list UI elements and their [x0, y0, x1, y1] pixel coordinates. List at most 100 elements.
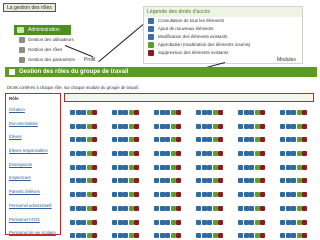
- permission-toggle-icon[interactable]: [112, 178, 117, 184]
- permission-toggle-icon[interactable]: [302, 205, 307, 211]
- permission-toggle-icon[interactable]: [159, 110, 165, 115]
- permission-toggle-icon[interactable]: [201, 233, 207, 239]
- menu-item-settings[interactable]: Gestion des paramètres: [14, 55, 75, 65]
- permission-toggle-icon[interactable]: [254, 233, 260, 239]
- permission-toggle-icon[interactable]: [154, 233, 159, 239]
- permission-toggle-icon[interactable]: [212, 110, 218, 115]
- permission-toggle-icon[interactable]: [280, 164, 285, 170]
- permission-toggle-icon[interactable]: [302, 137, 307, 143]
- permission-toggle-icon[interactable]: [285, 137, 291, 143]
- permission-toggle-icon[interactable]: [296, 137, 302, 143]
- permission-toggle-icon[interactable]: [207, 192, 212, 198]
- permission-toggle-icon[interactable]: [285, 219, 291, 225]
- permission-toggle-icon[interactable]: [238, 137, 243, 143]
- permission-toggle-icon[interactable]: [196, 219, 201, 225]
- permission-toggle-icon[interactable]: [218, 205, 223, 211]
- permission-toggle-icon[interactable]: [159, 123, 165, 129]
- permission-toggle-icon[interactable]: [249, 123, 254, 129]
- permission-toggle-icon[interactable]: [218, 178, 223, 184]
- permission-toggle-icon[interactable]: [81, 110, 86, 115]
- permission-toggle-icon[interactable]: [134, 151, 139, 157]
- permission-toggle-icon[interactable]: [128, 137, 134, 143]
- permission-toggle-icon[interactable]: [81, 233, 86, 239]
- permission-toggle-icon[interactable]: [212, 151, 218, 157]
- permission-toggle-icon[interactable]: [218, 137, 223, 143]
- permission-toggle-icon[interactable]: [260, 151, 265, 157]
- permission-toggle-icon[interactable]: [260, 233, 265, 239]
- permission-toggle-icon[interactable]: [296, 151, 302, 157]
- permission-toggle-icon[interactable]: [165, 137, 170, 143]
- permission-toggle-icon[interactable]: [201, 137, 207, 143]
- permission-toggle-icon[interactable]: [254, 192, 260, 198]
- permission-toggle-icon[interactable]: [176, 192, 181, 198]
- permission-toggle-icon[interactable]: [70, 123, 75, 129]
- permission-toggle-icon[interactable]: [75, 137, 81, 143]
- permission-toggle-icon[interactable]: [249, 110, 254, 115]
- permission-toggle-icon[interactable]: [238, 164, 243, 170]
- permission-toggle-icon[interactable]: [86, 137, 92, 143]
- permission-toggle-icon[interactable]: [75, 233, 81, 239]
- permission-toggle-icon[interactable]: [165, 164, 170, 170]
- permission-toggle-icon[interactable]: [112, 192, 117, 198]
- permission-toggle-icon[interactable]: [70, 192, 75, 198]
- permission-toggle-icon[interactable]: [302, 151, 307, 157]
- permission-toggle-icon[interactable]: [196, 123, 201, 129]
- permission-toggle-icon[interactable]: [75, 178, 81, 184]
- permission-toggle-icon[interactable]: [159, 151, 165, 157]
- permission-toggle-icon[interactable]: [238, 233, 243, 239]
- permission-toggle-icon[interactable]: [75, 164, 81, 170]
- permission-toggle-icon[interactable]: [154, 205, 159, 211]
- role-link[interactable]: Personnel ATOS: [6, 213, 60, 227]
- permission-toggle-icon[interactable]: [134, 219, 139, 225]
- role-link[interactable]: Création: [6, 103, 60, 117]
- permission-toggle-icon[interactable]: [154, 137, 159, 143]
- permission-toggle-icon[interactable]: [249, 192, 254, 198]
- permission-toggle-icon[interactable]: [207, 151, 212, 157]
- permission-toggle-icon[interactable]: [159, 164, 165, 170]
- permission-toggle-icon[interactable]: [75, 123, 81, 129]
- permission-toggle-icon[interactable]: [285, 233, 291, 239]
- permission-toggle-icon[interactable]: [249, 178, 254, 184]
- permission-toggle-icon[interactable]: [92, 164, 97, 170]
- permission-toggle-icon[interactable]: [285, 164, 291, 170]
- permission-toggle-icon[interactable]: [81, 151, 86, 157]
- permission-toggle-icon[interactable]: [196, 110, 201, 115]
- permission-toggle-icon[interactable]: [280, 178, 285, 184]
- permission-toggle-icon[interactable]: [92, 205, 97, 211]
- permission-toggle-icon[interactable]: [238, 151, 243, 157]
- permission-toggle-icon[interactable]: [159, 192, 165, 198]
- permission-toggle-icon[interactable]: [165, 205, 170, 211]
- permission-toggle-icon[interactable]: [112, 151, 117, 157]
- role-link[interactable]: Inspecteurs: [6, 171, 60, 185]
- permission-toggle-icon[interactable]: [291, 192, 296, 198]
- permission-toggle-icon[interactable]: [165, 151, 170, 157]
- permission-toggle-icon[interactable]: [170, 205, 176, 211]
- permission-toggle-icon[interactable]: [75, 110, 81, 115]
- permission-toggle-icon[interactable]: [81, 219, 86, 225]
- permission-toggle-icon[interactable]: [302, 164, 307, 170]
- permission-toggle-icon[interactable]: [207, 205, 212, 211]
- permission-toggle-icon[interactable]: [128, 151, 134, 157]
- permission-toggle-icon[interactable]: [243, 164, 249, 170]
- menu-item-users[interactable]: Gestion des utilisateurs: [14, 35, 74, 45]
- permission-toggle-icon[interactable]: [302, 233, 307, 239]
- permission-toggle-icon[interactable]: [296, 123, 302, 129]
- permission-toggle-icon[interactable]: [128, 178, 134, 184]
- permission-toggle-icon[interactable]: [128, 192, 134, 198]
- permission-toggle-icon[interactable]: [86, 219, 92, 225]
- permission-toggle-icon[interactable]: [92, 192, 97, 198]
- permission-toggle-icon[interactable]: [170, 178, 176, 184]
- permission-toggle-icon[interactable]: [176, 205, 181, 211]
- permission-toggle-icon[interactable]: [123, 233, 128, 239]
- permission-toggle-icon[interactable]: [117, 205, 123, 211]
- permission-toggle-icon[interactable]: [243, 178, 249, 184]
- permission-toggle-icon[interactable]: [201, 178, 207, 184]
- permission-toggle-icon[interactable]: [212, 233, 218, 239]
- permission-toggle-icon[interactable]: [291, 233, 296, 239]
- permission-toggle-icon[interactable]: [196, 233, 201, 239]
- permission-toggle-icon[interactable]: [249, 219, 254, 225]
- permission-toggle-icon[interactable]: [92, 233, 97, 239]
- permission-toggle-icon[interactable]: [117, 164, 123, 170]
- permission-toggle-icon[interactable]: [218, 164, 223, 170]
- permission-toggle-icon[interactable]: [75, 192, 81, 198]
